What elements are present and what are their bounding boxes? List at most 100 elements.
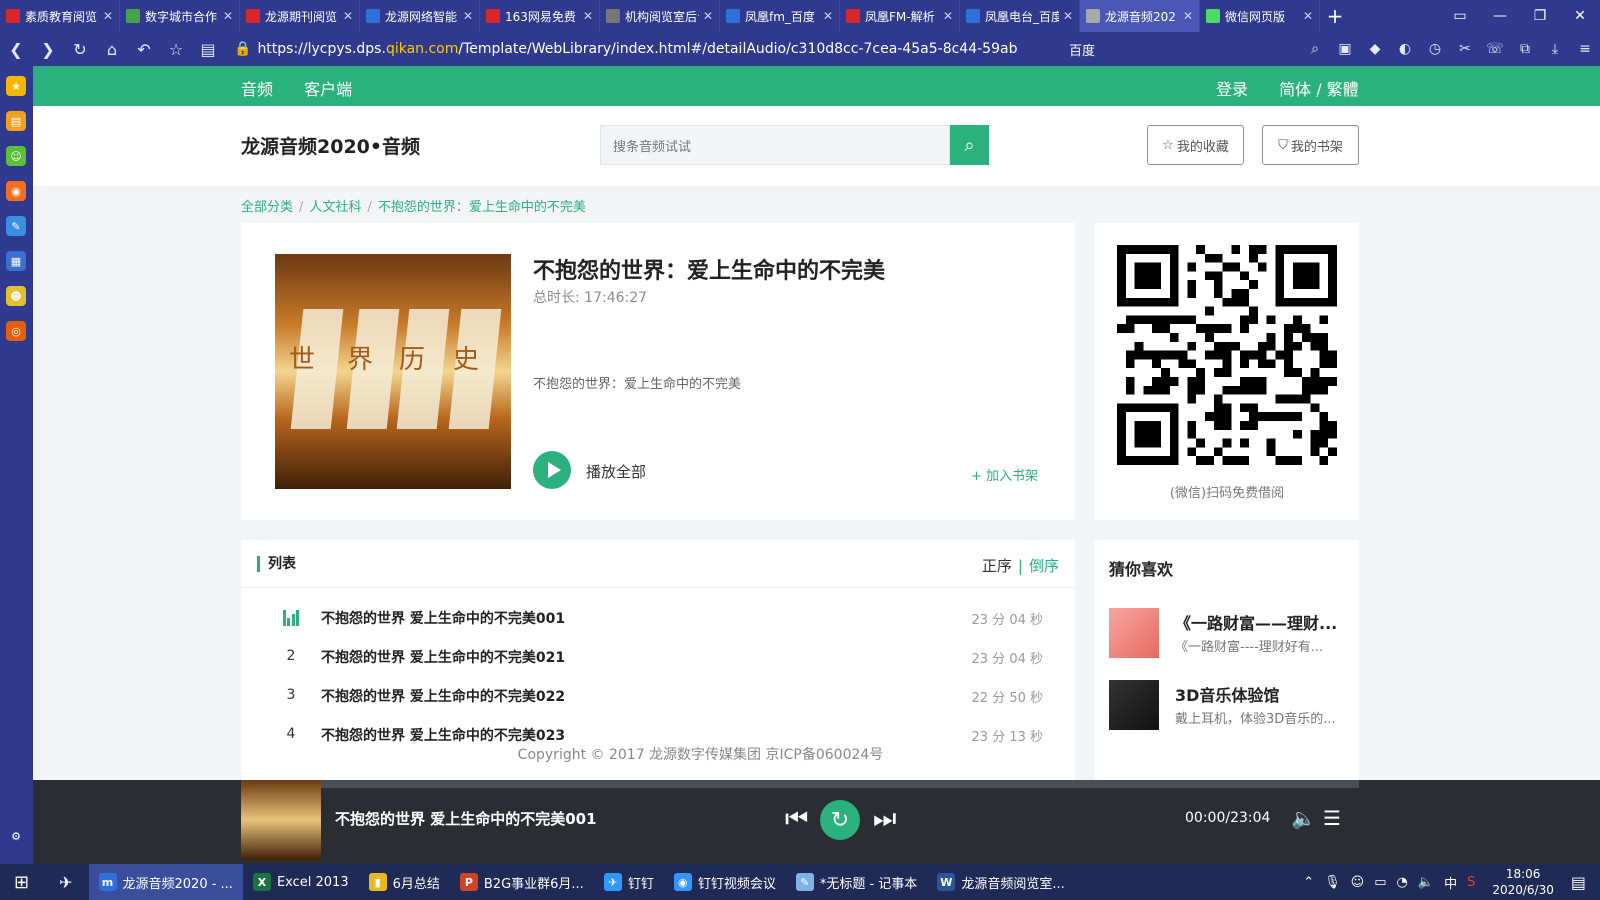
translate-icon[interactable]: ◐ bbox=[1390, 41, 1420, 57]
login-link[interactable]: 登录 bbox=[1216, 80, 1248, 99]
search-button[interactable]: ⌕ bbox=[950, 125, 989, 165]
history-icon[interactable]: ◷ bbox=[1420, 41, 1450, 57]
undo-icon[interactable]: ↶ bbox=[128, 40, 160, 59]
browser-tab[interactable]: 凤凰FM-解析 ✕ bbox=[840, 0, 960, 32]
taskbar-app[interactable]: ✈ 钉钉 bbox=[594, 864, 664, 900]
star-icon[interactable]: ☆ bbox=[160, 40, 192, 59]
taskbar-app[interactable]: ◉ 钉钉视频会议 bbox=[664, 864, 786, 900]
breadcrumb-current[interactable]: 不抱怨的世界：爱上生命中的不完美 bbox=[378, 200, 586, 215]
tab-list-icon[interactable]: ▭ bbox=[1440, 8, 1480, 24]
reload-icon[interactable]: ↻ bbox=[64, 40, 96, 59]
microphone-icon[interactable]: 🎙 bbox=[1324, 875, 1341, 890]
tab-close-icon[interactable]: ✕ bbox=[823, 9, 833, 23]
tab-close-icon[interactable]: ✕ bbox=[463, 9, 473, 23]
browser-tab[interactable]: 微信网页版 ✕ bbox=[1200, 0, 1320, 32]
screenshot-icon[interactable]: ⧉ bbox=[1510, 41, 1540, 57]
browser-tab[interactable]: 素质教育阅览 ✕ bbox=[0, 0, 120, 32]
reader-icon[interactable]: ▤ bbox=[192, 40, 224, 59]
taskbar-app[interactable]: ▮ 6月总结 bbox=[359, 864, 450, 900]
browser-tab[interactable]: 凤凰fm_百度 ✕ bbox=[720, 0, 840, 32]
tab-close-icon[interactable]: ✕ bbox=[943, 9, 953, 23]
browser-tab[interactable]: 数字城市合作 ✕ bbox=[120, 0, 240, 32]
notes-icon[interactable]: ▤ bbox=[6, 111, 26, 131]
nav-audio[interactable]: 音频 bbox=[241, 80, 273, 99]
games-icon[interactable]: ▣ bbox=[1330, 41, 1360, 57]
game-icon[interactable]: ☻ bbox=[6, 286, 26, 306]
taskbar-app[interactable]: P B2G事业群6月... bbox=[450, 864, 594, 900]
taskbar-app[interactable]: ✎ *无标题 - 记事本 bbox=[786, 864, 927, 900]
home-icon[interactable]: ⌂ bbox=[96, 40, 128, 59]
weibo-icon[interactable]: ◎ bbox=[6, 321, 26, 341]
user-icon[interactable]: ☺ bbox=[1351, 875, 1365, 890]
tab-close-icon[interactable]: ✕ bbox=[583, 9, 593, 23]
app-icon[interactable]: ☺ bbox=[6, 146, 26, 166]
volume-icon[interactable]: 🔈 bbox=[1291, 806, 1316, 830]
episode-row[interactable]: 不抱怨的世界 爱上生命中的不完美001 23 分 04 秒 bbox=[241, 598, 1075, 637]
taskbar-app[interactable]: W 龙源音频阅览室... bbox=[927, 864, 1074, 900]
sogou-icon[interactable]: S bbox=[1467, 875, 1475, 890]
breadcrumb-all[interactable]: 全部分类 bbox=[241, 200, 293, 215]
close-window-icon[interactable]: ✕ bbox=[1560, 8, 1600, 24]
recommend-item[interactable]: 《一路财富——理财... 《一路财富----理财好有... bbox=[1109, 608, 1349, 660]
notification-icon[interactable]: ▤ bbox=[1571, 873, 1586, 892]
new-tab-button[interactable]: + bbox=[1320, 0, 1350, 32]
add-to-shelf-button[interactable]: + 加入书架 bbox=[971, 465, 1038, 484]
network-icon[interactable]: ◔ bbox=[1397, 875, 1408, 890]
search-icon[interactable]: ⌕ bbox=[1300, 41, 1330, 57]
language-switch[interactable]: 简体 / 繁體 bbox=[1279, 80, 1359, 99]
episode-row[interactable]: 2 不抱怨的世界 爱上生命中的不完美021 23 分 04 秒 bbox=[241, 637, 1075, 676]
tab-close-icon[interactable]: ✕ bbox=[703, 9, 713, 23]
clock[interactable]: 18:06 2020/6/30 bbox=[1492, 866, 1554, 898]
restore-icon[interactable]: ❐ bbox=[1520, 8, 1560, 24]
previous-icon[interactable]: ⏮ bbox=[785, 804, 808, 835]
settings-icon[interactable]: ⚙ bbox=[6, 826, 26, 846]
tab-close-icon[interactable]: ✕ bbox=[1183, 9, 1193, 23]
sort-ascending[interactable]: 正序 bbox=[982, 557, 1012, 575]
breadcrumb-category[interactable]: 人文社科 bbox=[309, 200, 361, 215]
menu-icon[interactable]: ≡ bbox=[1570, 41, 1600, 57]
browser-tab[interactable]: 机构阅览室后台 ✕ bbox=[600, 0, 720, 32]
browser-tab[interactable]: 龙源音频202 ✕ bbox=[1080, 0, 1200, 32]
tab-close-icon[interactable]: ✕ bbox=[103, 9, 113, 23]
taskbar-app[interactable]: X Excel 2013 bbox=[243, 864, 359, 900]
browser-tab[interactable]: 龙源网络智能 ✕ bbox=[360, 0, 480, 32]
progress-bar[interactable] bbox=[241, 780, 1359, 788]
start-button[interactable]: ⊞ bbox=[0, 864, 43, 900]
edit-icon[interactable]: ✎ bbox=[6, 216, 26, 236]
search-engine-label[interactable]: 百度 bbox=[1069, 40, 1095, 59]
tools-icon[interactable]: ✂ bbox=[1450, 41, 1480, 57]
favorites-button[interactable]: ☆ 我的收藏 bbox=[1147, 125, 1244, 165]
battery-icon[interactable]: ▭ bbox=[1374, 875, 1386, 890]
extension-icon[interactable]: ◆ bbox=[1360, 41, 1390, 57]
forward-icon[interactable]: ❯ bbox=[32, 40, 64, 59]
next-icon[interactable]: ⏭ bbox=[873, 804, 896, 835]
minimize-icon[interactable]: — bbox=[1480, 8, 1520, 24]
nav-client[interactable]: 客户端 bbox=[304, 80, 352, 99]
play-all-button[interactable]: 播放全部 bbox=[586, 461, 646, 482]
download-icon[interactable]: ⤓ bbox=[1540, 41, 1570, 57]
rss-icon[interactable]: ◉ bbox=[6, 181, 26, 201]
ime-indicator[interactable]: 中 bbox=[1444, 873, 1457, 892]
speaker-icon[interactable]: 🔈 bbox=[1418, 875, 1434, 890]
taskbar-app[interactable]: m 龙源音频2020 - ... bbox=[88, 864, 243, 900]
site-title[interactable]: 龙源音频2020•音频 bbox=[241, 132, 420, 159]
play-pause-button[interactable]: ↻ bbox=[820, 800, 860, 840]
calendar-icon[interactable]: ▦ bbox=[6, 251, 26, 271]
play-all-icon[interactable] bbox=[533, 451, 571, 489]
favorites-icon[interactable]: ★ bbox=[6, 76, 26, 96]
tab-close-icon[interactable]: ✕ bbox=[1063, 9, 1073, 23]
browser-tab[interactable]: 龙源期刊阅览 ✕ bbox=[240, 0, 360, 32]
episode-row[interactable]: 3 不抱怨的世界 爱上生命中的不完美022 22 分 50 秒 bbox=[241, 676, 1075, 715]
search-input[interactable]: 搜条音频试试 bbox=[600, 125, 950, 165]
browser-tab[interactable]: 凤凰电台_百度 ✕ bbox=[960, 0, 1080, 32]
bookshelf-button[interactable]: ⛉ 我的书架 bbox=[1262, 125, 1359, 165]
tab-close-icon[interactable]: ✕ bbox=[343, 9, 353, 23]
recommend-item[interactable]: 3D音乐体验馆 戴上耳机，体验3D音乐的... bbox=[1109, 680, 1349, 732]
tab-close-icon[interactable]: ✕ bbox=[1303, 9, 1313, 23]
task-view-icon[interactable]: ✈ bbox=[43, 864, 88, 900]
chat-icon[interactable]: ☏ bbox=[1480, 41, 1510, 57]
sort-descending[interactable]: 倒序 bbox=[1029, 557, 1059, 575]
tray-chevron-icon[interactable]: ⌃ bbox=[1303, 875, 1314, 890]
back-icon[interactable]: ❮ bbox=[0, 40, 32, 59]
browser-tab[interactable]: 163网易免费 ✕ bbox=[480, 0, 600, 32]
